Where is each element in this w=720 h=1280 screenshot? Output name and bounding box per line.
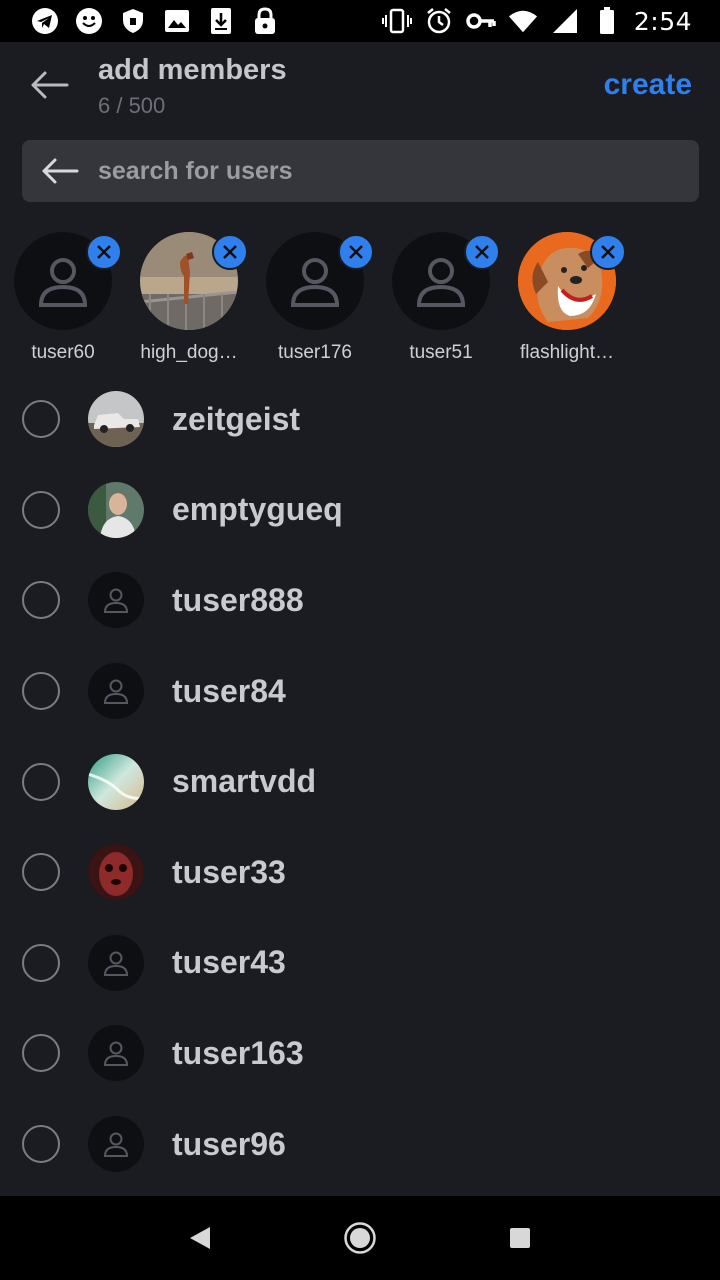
nav-recents-button[interactable]	[490, 1208, 550, 1268]
truck-photo-icon	[88, 391, 144, 448]
home-circle-icon	[344, 1222, 376, 1254]
alarm-icon	[424, 6, 454, 36]
user-name: zeitgeist	[172, 400, 301, 437]
telegram-icon	[30, 6, 60, 36]
search-back-button[interactable]	[40, 151, 80, 191]
user-name: smartvdd	[172, 763, 317, 800]
user-default-icon	[103, 1041, 129, 1067]
person-photo-icon	[88, 481, 144, 538]
close-icon	[97, 245, 111, 259]
user-default-icon	[38, 258, 88, 307]
avatar	[88, 391, 144, 448]
arrow-left-icon	[31, 71, 69, 99]
close-icon	[349, 245, 363, 259]
user-default-icon	[103, 588, 129, 614]
selected-member-name: tuser60	[31, 342, 95, 363]
user-name: tuser96	[172, 1125, 286, 1162]
select-radio[interactable]	[22, 1034, 60, 1073]
selected-member-name: tuser51	[409, 342, 473, 363]
select-radio[interactable]	[22, 853, 60, 892]
battery-icon	[592, 6, 622, 36]
remove-member-button[interactable]	[86, 234, 122, 270]
waves-photo-icon	[88, 753, 144, 810]
page-title: add members	[98, 54, 287, 86]
list-item[interactable]: tuser888	[0, 555, 720, 646]
close-icon	[601, 245, 615, 259]
selected-member-name: flashlight…	[520, 342, 614, 363]
select-radio[interactable]	[22, 490, 60, 529]
clock: 2:54	[633, 6, 692, 36]
arrow-left-icon	[42, 158, 79, 184]
download-icon	[206, 6, 236, 36]
list-item[interactable]: tuser163	[0, 1008, 720, 1099]
app-header: add members 6 / 500 create	[0, 42, 720, 132]
user-default-icon	[103, 679, 129, 705]
search-bar	[22, 140, 699, 202]
user-default-icon	[103, 951, 129, 976]
user-list: zeitgeist emptygueq tuser888 tuser84 sma…	[0, 374, 720, 1189]
user-name: tuser163	[172, 1034, 304, 1071]
avatar	[88, 844, 144, 901]
user-name: emptygueq	[172, 491, 343, 528]
image-icon	[162, 6, 192, 36]
nav-home-button[interactable]	[330, 1208, 390, 1268]
avatar	[88, 663, 144, 720]
smiley-icon	[74, 6, 104, 36]
back-triangle-icon	[190, 1227, 210, 1249]
select-radio[interactable]	[22, 762, 60, 801]
navigation-bar	[0, 1196, 720, 1280]
recents-square-icon	[510, 1228, 530, 1248]
avatar	[88, 1025, 144, 1082]
list-item[interactable]: tuser96	[0, 1099, 720, 1190]
close-icon	[223, 245, 237, 259]
user-name: tuser84	[172, 672, 286, 709]
select-radio[interactable]	[22, 400, 60, 439]
avatar	[88, 1116, 144, 1173]
status-bar: 2:54	[0, 0, 720, 42]
select-radio[interactable]	[22, 1125, 60, 1164]
signal-icon	[550, 6, 580, 36]
search-input[interactable]	[98, 156, 658, 186]
avatar	[88, 753, 144, 810]
user-default-icon	[416, 258, 466, 307]
red-face-photo-icon	[88, 844, 144, 901]
user-default-icon	[103, 1132, 129, 1158]
list-item[interactable]: smartvdd	[0, 736, 720, 827]
remove-member-button[interactable]	[212, 234, 248, 270]
vibrate-icon	[381, 6, 412, 36]
select-radio[interactable]	[22, 672, 60, 711]
wifi-icon	[508, 6, 538, 36]
select-radio[interactable]	[22, 581, 60, 620]
nav-back-button[interactable]	[170, 1208, 230, 1268]
list-item[interactable]: tuser43	[0, 918, 720, 1009]
select-radio[interactable]	[22, 943, 60, 982]
vpn-key-icon	[466, 6, 496, 36]
list-item[interactable]: emptygueq	[0, 465, 720, 556]
user-default-icon	[290, 258, 340, 307]
selected-member-name: high_dog…	[140, 342, 238, 363]
user-name: tuser33	[172, 853, 286, 890]
remove-member-button[interactable]	[464, 234, 500, 270]
list-item[interactable]: zeitgeist	[0, 374, 720, 465]
user-name: tuser888	[172, 581, 304, 618]
list-item[interactable]: tuser84	[0, 646, 720, 737]
avatar	[88, 481, 144, 538]
member-count: 6 / 500	[98, 93, 166, 118]
selected-members: tuser60 high_dog… tuser176 tuser51 flash…	[0, 228, 720, 378]
avatar	[88, 934, 144, 991]
back-button[interactable]	[24, 60, 74, 110]
create-button[interactable]: create	[604, 68, 692, 102]
lock-icon	[250, 6, 280, 36]
shield-icon	[118, 6, 148, 36]
user-name: tuser43	[172, 944, 286, 981]
selected-member-name: tuser176	[278, 342, 352, 363]
list-item[interactable]: tuser33	[0, 827, 720, 918]
close-icon	[475, 245, 489, 259]
remove-member-button[interactable]	[338, 234, 374, 270]
remove-member-button[interactable]	[590, 234, 626, 270]
avatar	[88, 572, 144, 629]
